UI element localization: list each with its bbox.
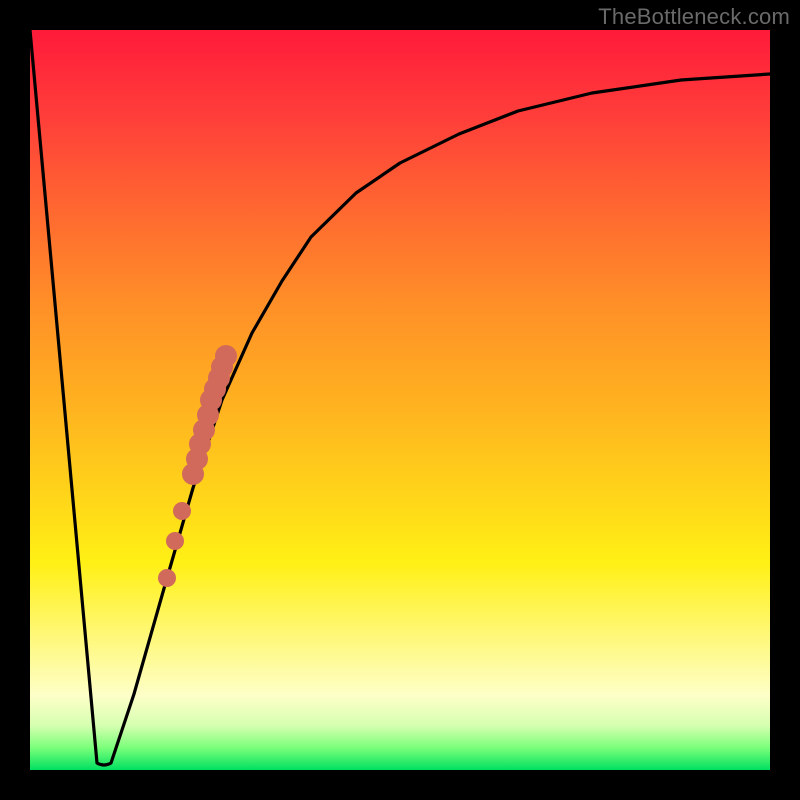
chart-frame: TheBottleneck.com xyxy=(0,0,800,800)
marker-dot xyxy=(166,532,184,550)
marker-group xyxy=(158,345,237,587)
curve-svg xyxy=(30,30,770,770)
marker-dot xyxy=(173,502,191,520)
plot-area xyxy=(30,30,770,770)
marker-dot xyxy=(158,569,176,587)
marker-dot xyxy=(215,345,237,367)
bottleneck-curve xyxy=(30,30,770,765)
watermark-text: TheBottleneck.com xyxy=(598,4,790,30)
